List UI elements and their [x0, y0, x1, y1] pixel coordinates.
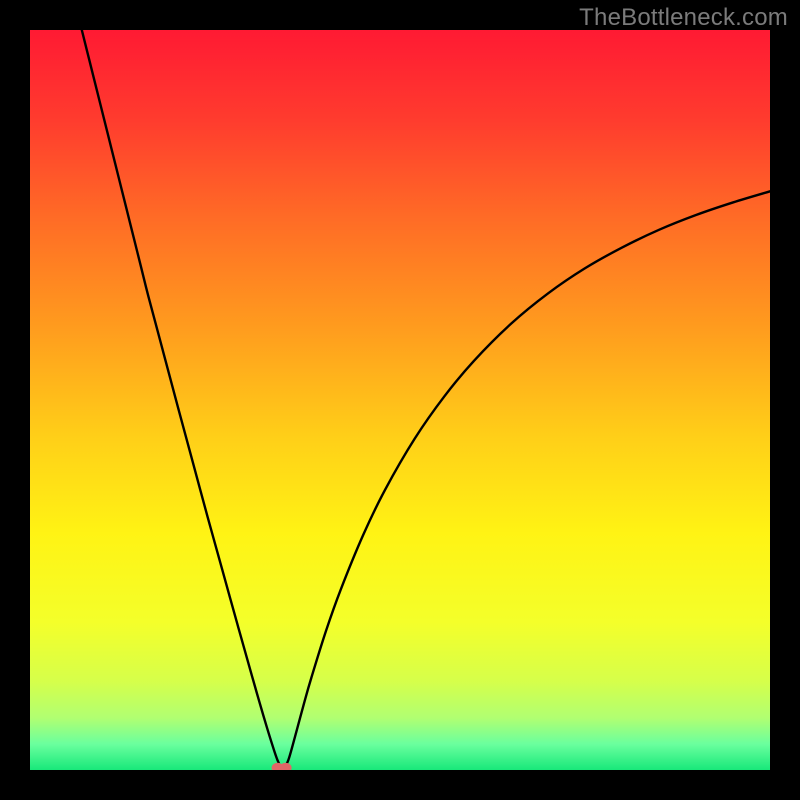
- plot-area: [30, 30, 770, 770]
- bottleneck-chart-svg: [30, 30, 770, 770]
- chart-frame: TheBottleneck.com: [0, 0, 800, 800]
- watermark-text: TheBottleneck.com: [579, 4, 788, 32]
- gradient-background: [30, 30, 770, 770]
